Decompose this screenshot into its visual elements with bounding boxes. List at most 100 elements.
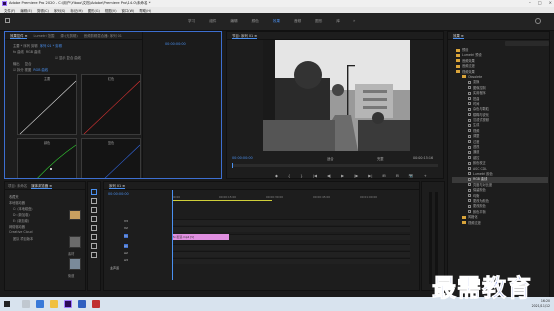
- mark-in-button[interactable]: {: [288, 173, 290, 178]
- media-creative-cloud[interactable]: Creative Cloud: [9, 230, 32, 234]
- track-select-tool-icon[interactable]: [91, 198, 97, 204]
- green-curve[interactable]: 绿色: [17, 138, 77, 178]
- media-drive-c[interactable]: C: (本地磁盘): [13, 206, 33, 211]
- fit-dropdown[interactable]: 适合: [327, 156, 334, 161]
- ripple-edit-tool-icon[interactable]: [91, 207, 97, 213]
- tab-audio-clip-mixer[interactable]: 音频剪辑混合器: 序列 01: [84, 33, 122, 38]
- step-back-button[interactable]: ◀|: [327, 173, 331, 178]
- workspace-tab-editing[interactable]: 编辑: [230, 19, 237, 24]
- file-explorer-icon[interactable]: [50, 300, 58, 308]
- menu-graphics[interactable]: 图形(G): [88, 8, 100, 13]
- track-header-v2[interactable]: V2: [104, 226, 170, 232]
- effects-folder[interactable]: 视频过渡: [452, 221, 548, 226]
- ec-row-show-composite[interactable]: ☑ 显示 复合 曲线: [55, 55, 81, 60]
- workspace-tab-assembly[interactable]: 组件: [209, 19, 216, 24]
- red-curve[interactable]: 红色: [81, 74, 141, 135]
- edge-icon[interactable]: [36, 300, 44, 308]
- menu-file[interactable]: 文件(F): [4, 8, 15, 13]
- media-favorites[interactable]: 收藏夹: [9, 194, 19, 199]
- go-to-out-button[interactable]: ▶|: [368, 173, 372, 178]
- work-area-bar[interactable]: [172, 200, 272, 201]
- timeline-playhead[interactable]: [172, 190, 173, 280]
- timeline-timecode[interactable]: 00:00:00:00: [108, 192, 129, 196]
- media-thumbnail[interactable]: [69, 258, 81, 270]
- program-current-time[interactable]: 00:00:00:00: [232, 156, 253, 160]
- maximize-icon[interactable]: □: [538, 0, 542, 5]
- play-button[interactable]: ▶: [341, 173, 344, 178]
- workspace-tab-learn[interactable]: 学习: [188, 19, 195, 24]
- media-drive-e[interactable]: E: (新加卷): [13, 218, 29, 223]
- app-taskbar-icon[interactable]: [92, 300, 100, 308]
- windows-start-icon[interactable]: [4, 301, 10, 307]
- track-header-v3[interactable]: V3: [104, 219, 170, 225]
- tab-project[interactable]: 项目: 未命名: [8, 183, 27, 188]
- menu-edit[interactable]: 编辑(E): [20, 8, 32, 13]
- pen-tool-icon[interactable]: [91, 234, 97, 240]
- blue-curve[interactable]: 蓝色: [81, 138, 141, 178]
- taskbar-clock[interactable]: 16:20 2021/11/12: [532, 299, 550, 308]
- track-lane-v3[interactable]: [172, 219, 410, 225]
- menu-window[interactable]: 窗口(W): [122, 8, 135, 13]
- workspace-tab-audio[interactable]: 音频: [294, 19, 301, 24]
- folder-thumbnail[interactable]: [69, 210, 81, 220]
- effects-search-input[interactable]: [505, 41, 549, 46]
- track-header-a2[interactable]: A2: [104, 251, 170, 257]
- menu-sequence[interactable]: 序列(S): [54, 8, 66, 13]
- home-icon[interactable]: [5, 18, 10, 23]
- media-local-drives[interactable]: 本地驱动器: [9, 200, 25, 205]
- premiere-taskbar-icon[interactable]: [64, 300, 72, 308]
- track-header-a1[interactable]: A1: [104, 244, 170, 250]
- search-icon[interactable]: [535, 18, 541, 24]
- track-header-master[interactable]: 主声道: [104, 266, 170, 272]
- track-lane-a2[interactable]: [172, 251, 410, 257]
- mark-out-button[interactable]: }: [300, 173, 302, 178]
- tab-media-browser[interactable]: 媒体浏览器 ≡: [31, 183, 53, 189]
- track-lane-a3[interactable]: [172, 258, 410, 264]
- output-dropdown[interactable]: 复合: [25, 62, 32, 66]
- workspace-tab-effects[interactable]: 效果: [273, 19, 280, 24]
- media-thumbnail[interactable]: [69, 236, 81, 248]
- split-view-checkbox[interactable]: ☑ 拆分 视图: [13, 68, 31, 72]
- ec-value[interactable]: 序列 01 * 剪辑: [40, 44, 62, 48]
- step-forward-button[interactable]: |▶: [354, 173, 358, 178]
- media-network-drives[interactable]: 网络驱动器: [9, 224, 25, 229]
- workspace-tab-color[interactable]: 颜色: [252, 19, 259, 24]
- tab-effect-controls[interactable]: 效果控件 ≡: [10, 33, 28, 39]
- slip-tool-icon[interactable]: [91, 225, 97, 231]
- add-marker-button[interactable]: ◆: [275, 173, 278, 178]
- video-preview[interactable]: [263, 40, 410, 151]
- track-header-a3[interactable]: A3: [104, 258, 170, 264]
- show-composite-checkbox[interactable]: ☑ 显示 复合 曲线: [55, 56, 81, 60]
- workspace-tab-libraries[interactable]: 库: [336, 19, 340, 24]
- selection-tool-icon[interactable]: [91, 189, 97, 195]
- video-clip[interactable]: fx 街道.mp4 [V]: [172, 234, 229, 240]
- tab-sequence[interactable]: 序列 01 ≡: [109, 183, 126, 189]
- close-icon[interactable]: ×: [549, 0, 552, 5]
- minimize-icon[interactable]: –: [529, 0, 531, 5]
- hand-tool-icon[interactable]: [91, 243, 97, 249]
- media-team-projects[interactable]: 团队 项目版本: [13, 236, 33, 241]
- program-scrubber[interactable]: [232, 163, 438, 168]
- effect-controls-timeline[interactable]: 00:00:00:00: [142, 32, 221, 178]
- program-playhead[interactable]: [232, 163, 233, 168]
- button-editor-button[interactable]: +: [424, 173, 427, 178]
- more-workspaces-icon[interactable]: »: [353, 18, 355, 23]
- track-header-v1[interactable]: V1: [104, 234, 170, 240]
- menu-clip[interactable]: 剪辑(C): [37, 8, 49, 13]
- go-to-in-button[interactable]: |◀: [313, 173, 317, 178]
- razor-tool-icon[interactable]: [91, 216, 97, 222]
- menu-marker[interactable]: 标记(M): [70, 8, 82, 13]
- export-frame-button[interactable]: 📷: [409, 173, 414, 178]
- menu-view[interactable]: 视图(V): [105, 8, 117, 13]
- extract-button[interactable]: ⊟: [396, 173, 399, 178]
- lift-button[interactable]: ⊞: [383, 173, 386, 178]
- quality-dropdown[interactable]: 完整: [377, 156, 384, 161]
- tab-effects[interactable]: 效果 ≡: [453, 33, 464, 39]
- menu-help[interactable]: 帮助(H): [139, 8, 151, 13]
- app-taskbar-icon[interactable]: [78, 300, 86, 308]
- type-tool-icon[interactable]: [91, 252, 97, 258]
- tab-source[interactable]: 源:(无剪辑): [60, 33, 77, 38]
- tab-lumetri-scopes[interactable]: Lumetri 范围: [33, 33, 54, 38]
- workspace-tab-graphics[interactable]: 图形: [315, 19, 322, 24]
- media-drive-d[interactable]: D: (新加卷): [13, 212, 30, 217]
